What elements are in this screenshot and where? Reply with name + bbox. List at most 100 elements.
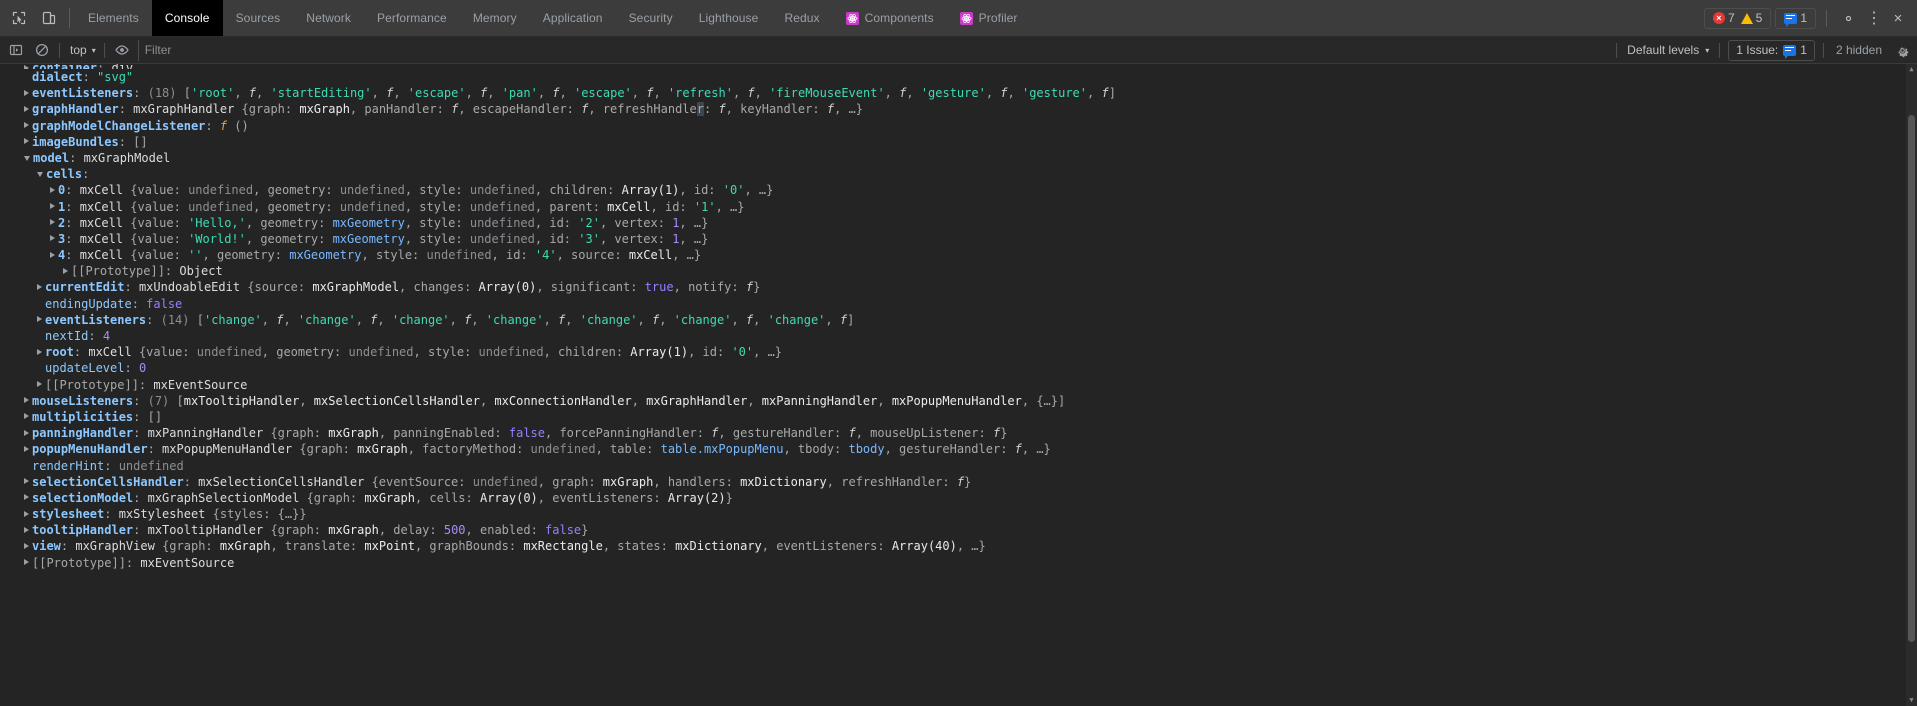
expand-triangle-open-icon[interactable]: [37, 172, 43, 178]
message-counter-group[interactable]: 1: [1775, 7, 1816, 29]
expand-triangle-closed-icon[interactable]: [50, 251, 55, 258]
console-object-row[interactable]: selectionModel: mxGraphSelectionModel {g…: [0, 490, 1917, 506]
console-object-row[interactable]: selectionCellsHandler: mxSelectionCellsH…: [0, 474, 1917, 490]
console-object-row[interactable]: root: mxCell {value: undefined, geometry…: [0, 344, 1917, 360]
settings-gear-icon[interactable]: [1833, 11, 1863, 26]
expand-triangle-closed-icon[interactable]: [50, 203, 55, 209]
console-object-row[interactable]: [[Prototype]]: mxEventSource: [0, 555, 1917, 571]
console-object-row[interactable]: imageBundles: []: [0, 134, 1917, 150]
expand-triangle-closed-icon[interactable]: [24, 526, 29, 533]
tab-memory[interactable]: Memory: [460, 0, 530, 36]
expand-triangle-closed-icon[interactable]: [63, 267, 68, 274]
console-object-row[interactable]: graphHandler: mxGraphHandler {graph: mxG…: [0, 101, 1917, 117]
expand-triangle-closed-icon[interactable]: [24, 138, 29, 145]
tab-profiler[interactable]: Profiler: [947, 0, 1031, 36]
log-levels-selector[interactable]: Default levels ▾: [1621, 40, 1715, 61]
expand-triangle-closed-icon[interactable]: [24, 542, 29, 549]
token[interactable]: mxGeometry: [289, 248, 361, 262]
expand-triangle-closed-icon[interactable]: [24, 105, 29, 112]
error-counter[interactable]: × 7: [1710, 11, 1738, 25]
console-object-row[interactable]: model: mxGraphModel: [0, 150, 1917, 166]
expand-triangle-closed-icon[interactable]: [24, 478, 29, 485]
issue-counters[interactable]: × 7 5: [1703, 7, 1772, 29]
expand-triangle-closed-icon[interactable]: [37, 316, 42, 323]
execution-context-selector[interactable]: top ▾: [64, 40, 100, 61]
expand-triangle-closed-icon[interactable]: [24, 413, 29, 420]
tab-sources[interactable]: Sources: [223, 0, 294, 36]
console-object-row[interactable]: tooltipHandler: mxTooltipHandler {graph:…: [0, 522, 1917, 538]
tab-lighthouse[interactable]: Lighthouse: [686, 0, 772, 36]
expand-triangle-closed-icon[interactable]: [50, 186, 55, 193]
expand-triangle-closed-icon[interactable]: [24, 445, 29, 452]
console-object-row[interactable]: popupMenuHandler: mxPopupMenuHandler {gr…: [0, 441, 1917, 457]
message-counter[interactable]: 1: [1781, 11, 1810, 27]
token: , …}: [744, 183, 774, 198]
tab-network[interactable]: Network: [293, 0, 364, 36]
console-object-row[interactable]: stylesheet: mxStylesheet {styles: {…}}: [0, 506, 1917, 522]
tab-console[interactable]: Console: [151, 0, 223, 36]
console-object-row[interactable]: mouseListeners: (7) [mxTooltipHandler, m…: [0, 393, 1917, 409]
expand-triangle-closed-icon[interactable]: [37, 348, 42, 355]
expand-triangle-closed-icon[interactable]: [24, 510, 29, 517]
console-object-row[interactable]: 2: mxCell {value: 'Hello,', geometry: mx…: [0, 215, 1917, 231]
tab-performance[interactable]: Performance: [364, 0, 460, 36]
inspect-element-icon[interactable]: [4, 0, 34, 36]
warning-counter[interactable]: 5: [1738, 11, 1766, 25]
close-devtools-icon[interactable]: ×: [1885, 10, 1911, 27]
expand-triangle-closed-icon[interactable]: [24, 429, 29, 436]
expand-triangle-closed-icon[interactable]: [24, 397, 29, 404]
token: cells: [46, 167, 83, 182]
console-object-row[interactable]: graphModelChangeListener: f (): [0, 118, 1917, 134]
console-object-row[interactable]: view: mxGraphView {graph: mxGraph, trans…: [0, 538, 1917, 554]
expand-triangle-open-icon[interactable]: [24, 155, 30, 161]
expand-triangle-closed-icon[interactable]: [50, 235, 55, 242]
console-object-row[interactable]: updateLevel: 0: [0, 360, 1917, 376]
console-object-row[interactable]: [[Prototype]]: mxEventSource: [0, 377, 1917, 393]
console-object-row[interactable]: 4: mxCell {value: '', geometry: mxGeomet…: [0, 247, 1917, 263]
issues-button[interactable]: 1 Issue: 1: [1728, 39, 1815, 61]
scrollbar-thumb[interactable]: [1908, 115, 1915, 642]
token[interactable]: tbody: [848, 442, 884, 456]
expand-triangle-closed-icon[interactable]: [24, 64, 29, 69]
console-object-row[interactable]: eventListeners: (18) ['root', f, 'startE…: [0, 85, 1917, 101]
scroll-down-arrow-icon[interactable]: ▼: [1906, 695, 1917, 706]
console-object-row[interactable]: nextId: 4: [0, 328, 1917, 344]
tab-application[interactable]: Application: [530, 0, 616, 36]
console-object-row[interactable]: [[Prototype]]: Object: [0, 263, 1917, 279]
token[interactable]: mxGeometry: [333, 216, 405, 230]
console-settings-gear-icon[interactable]: [1890, 43, 1914, 58]
console-object-row[interactable]: renderHint: undefined: [0, 458, 1917, 474]
expand-triangle-closed-icon[interactable]: [24, 559, 29, 566]
token[interactable]: table.mxPopupMenu: [661, 442, 784, 456]
expand-triangle-closed-icon[interactable]: [50, 219, 55, 226]
console-object-row[interactable]: multiplicities: []: [0, 409, 1917, 425]
scroll-up-arrow-icon[interactable]: ▲: [1906, 64, 1917, 75]
expand-triangle-closed-icon[interactable]: [37, 283, 42, 290]
tab-components[interactable]: Components: [833, 0, 947, 36]
console-object-row[interactable]: currentEdit: mxUndoableEdit {source: mxG…: [0, 279, 1917, 295]
expand-triangle-closed-icon[interactable]: [24, 494, 29, 501]
console-filter-input[interactable]: [137, 39, 1613, 61]
tab-security[interactable]: Security: [616, 0, 686, 36]
console-object-row[interactable]: 0: mxCell {value: undefined, geometry: u…: [0, 182, 1917, 198]
console-object-row[interactable]: dialect: "svg": [0, 69, 1917, 85]
expand-triangle-closed-icon[interactable]: [24, 89, 29, 96]
console-object-row[interactable]: 3: mxCell {value: 'World!', geometry: mx…: [0, 231, 1917, 247]
console-sidebar-toggle-icon[interactable]: [3, 39, 29, 62]
token[interactable]: mxGeometry: [333, 232, 405, 246]
expand-triangle-closed-icon[interactable]: [37, 381, 42, 388]
more-options-icon[interactable]: ⋮: [1863, 8, 1885, 28]
console-message-list[interactable]: container: divdialect: "svg"eventListene…: [0, 64, 1917, 706]
console-object-row[interactable]: panningHandler: mxPanningHandler {graph:…: [0, 425, 1917, 441]
console-vertical-scrollbar[interactable]: ▲ ▼: [1906, 64, 1917, 706]
device-toolbar-icon[interactable]: [34, 0, 64, 36]
live-expression-eye-icon[interactable]: [109, 39, 135, 62]
console-object-row[interactable]: 1: mxCell {value: undefined, geometry: u…: [0, 199, 1917, 215]
tab-redux[interactable]: Redux: [771, 0, 832, 36]
console-object-row[interactable]: endingUpdate: false: [0, 296, 1917, 312]
console-object-row[interactable]: eventListeners: (14) ['change', f, 'chan…: [0, 312, 1917, 328]
tab-elements[interactable]: Elements: [75, 0, 152, 36]
clear-console-icon[interactable]: [29, 39, 55, 62]
expand-triangle-closed-icon[interactable]: [24, 122, 29, 129]
console-object-row[interactable]: cells:: [0, 166, 1917, 182]
